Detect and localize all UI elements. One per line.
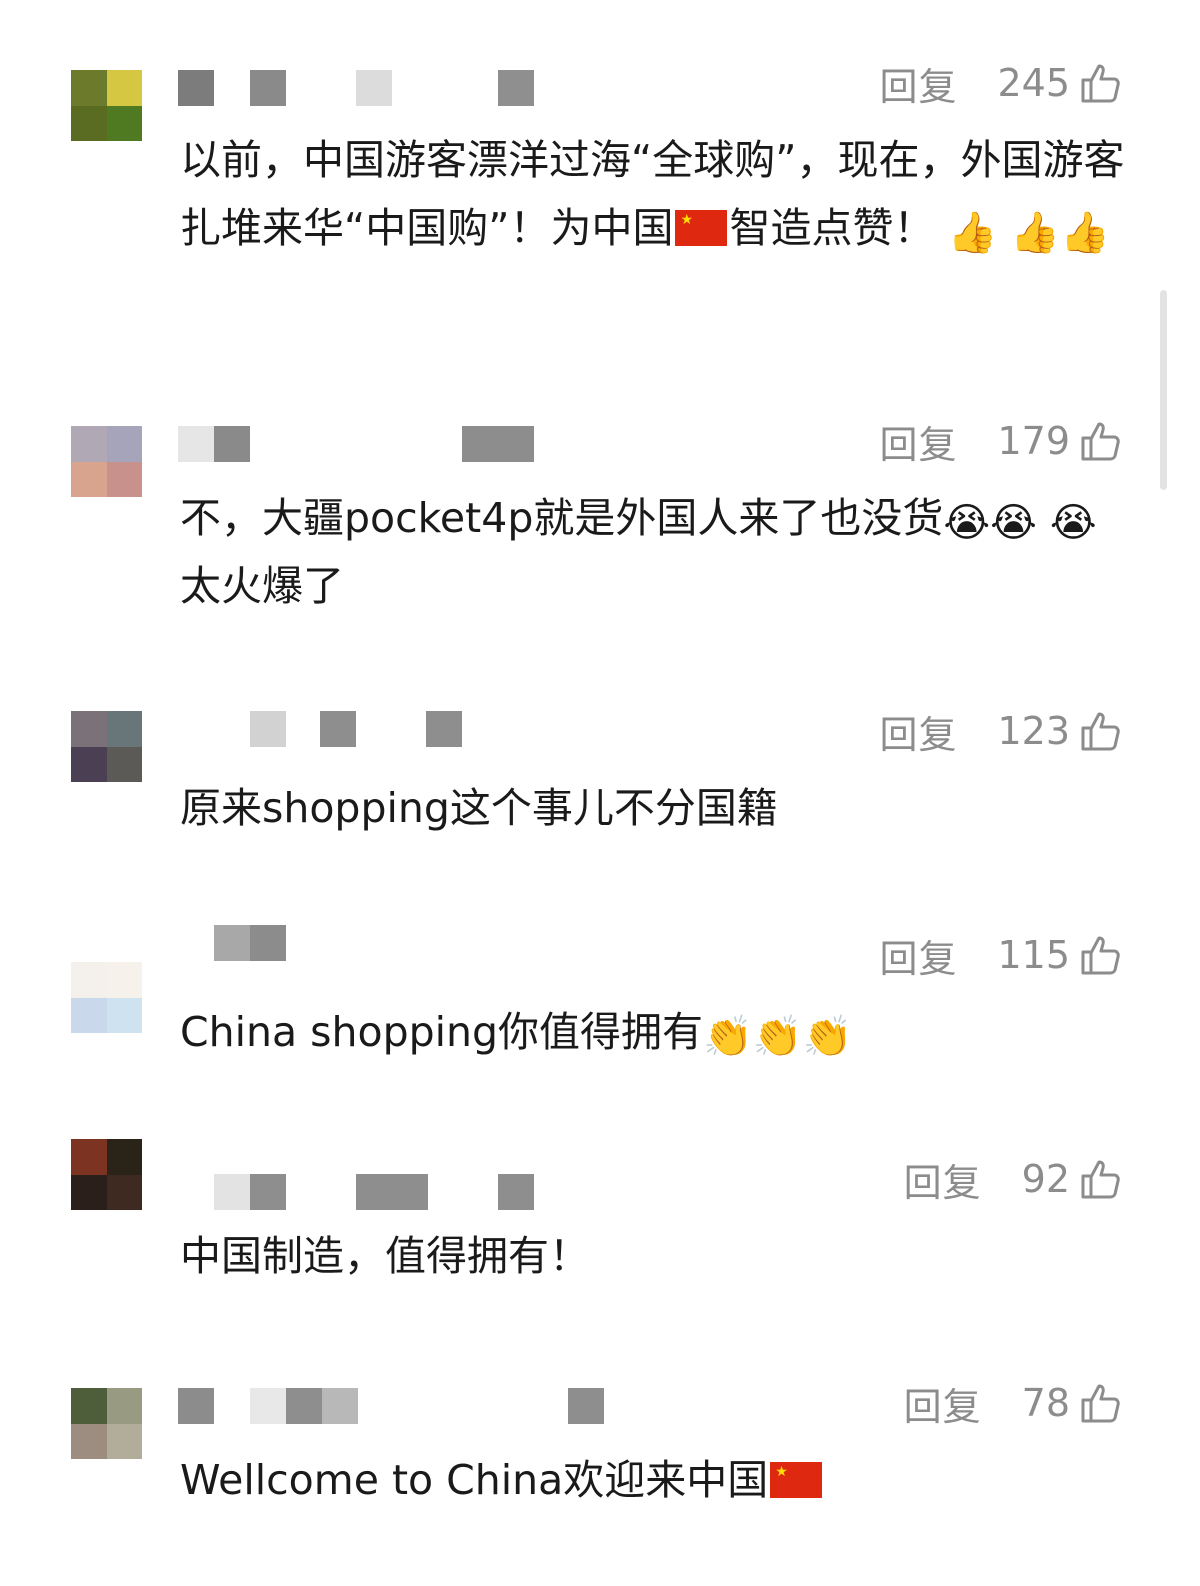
comment-text: 原来shopping这个事儿不分国籍	[180, 774, 1130, 842]
comment-text-part: 太火爆了	[180, 562, 344, 610]
username-mosaic[interactable]	[178, 70, 538, 106]
comment-text-part: 不，大疆pocket4p就是外国人来了也没货	[180, 494, 944, 542]
reply-button[interactable]: 回复	[904, 1376, 982, 1431]
comment-text-part: 智造点赞！	[729, 204, 935, 252]
reply-button[interactable]: 回复	[879, 704, 957, 759]
avatar[interactable]	[71, 962, 142, 1033]
china-flag-icon: ★	[770, 1462, 823, 1498]
clapping-hands-icon: 👏	[703, 1014, 753, 1060]
avatar[interactable]	[71, 70, 142, 141]
comment-actions: 回复 245	[879, 56, 1122, 111]
comment-actions: 回复 123	[879, 704, 1122, 759]
reply-button[interactable]: 回复	[904, 1152, 982, 1207]
clapping-hands-icon: 👏	[802, 1014, 853, 1060]
like-count: 92	[1021, 1157, 1070, 1201]
thumbs-up-emoji-icon: 👍	[1060, 210, 1111, 256]
comment-text-part: China shopping你值得拥有	[180, 1008, 704, 1056]
reply-button[interactable]: 回复	[879, 414, 957, 469]
comment-text: 不，大疆pocket4p就是外国人来了也没货😭😭 😭太火爆了	[180, 484, 1130, 620]
avatar[interactable]	[71, 426, 142, 497]
thumbs-up-icon[interactable]	[1080, 934, 1122, 976]
username-mosaic[interactable]	[178, 1174, 538, 1210]
comment-text-part: 中国制造，值得拥有！	[180, 1232, 590, 1280]
crying-face-icon: 😭	[1049, 500, 1097, 546]
like-count: 123	[997, 709, 1070, 753]
thumbs-up-icon[interactable]	[1080, 710, 1122, 752]
comment-actions: 回复 92	[904, 1152, 1122, 1207]
thumbs-up-icon[interactable]	[1080, 1158, 1122, 1200]
comment-text: 以前，中国游客漂洋过海“全球购”，现在，外国游客扎堆来华“中国购”！为中国 ★ 智造…	[180, 126, 1130, 262]
comment-text: China shopping你值得拥有👏👏👏	[180, 998, 1130, 1066]
comment-actions: 回复 115	[879, 928, 1122, 983]
avatar[interactable]	[71, 1388, 142, 1459]
thumbs-up-icon[interactable]	[1080, 62, 1122, 104]
comment-text-part: 原来shopping这个事儿不分国籍	[180, 784, 778, 832]
thumbs-up-emoji-icon: 👍	[947, 210, 998, 256]
username-mosaic[interactable]	[178, 1388, 638, 1424]
avatar[interactable]	[71, 711, 142, 782]
comment-text: Wellcome to China欢迎来中国 ★	[180, 1446, 1130, 1514]
reply-button[interactable]: 回复	[879, 56, 957, 111]
thumbs-up-icon[interactable]	[1080, 1382, 1122, 1424]
comment-actions: 回复 179	[879, 414, 1122, 469]
comment-actions: 回复 78	[904, 1376, 1122, 1431]
comment-text: 中国制造，值得拥有！	[180, 1222, 1130, 1290]
like-count: 78	[1021, 1381, 1070, 1425]
china-flag-icon: ★	[675, 210, 728, 246]
crying-face-icon: 😭	[990, 500, 1037, 546]
username-mosaic[interactable]	[178, 711, 538, 747]
username-mosaic[interactable]	[178, 426, 538, 462]
thumbs-up-emoji-icon: 👍	[1010, 210, 1061, 256]
scrollbar[interactable]	[1160, 290, 1167, 490]
avatar[interactable]	[71, 1139, 142, 1210]
like-count: 115	[997, 933, 1070, 977]
comment-text-part: Wellcome to China欢迎来中国	[180, 1456, 769, 1504]
like-count: 245	[997, 61, 1070, 105]
like-count: 179	[997, 419, 1070, 463]
username-mosaic[interactable]	[178, 925, 538, 961]
clapping-hands-icon: 👏	[752, 1014, 803, 1060]
reply-button[interactable]: 回复	[879, 928, 957, 983]
crying-face-icon: 😭	[943, 500, 991, 546]
thumbs-up-icon[interactable]	[1080, 420, 1122, 462]
